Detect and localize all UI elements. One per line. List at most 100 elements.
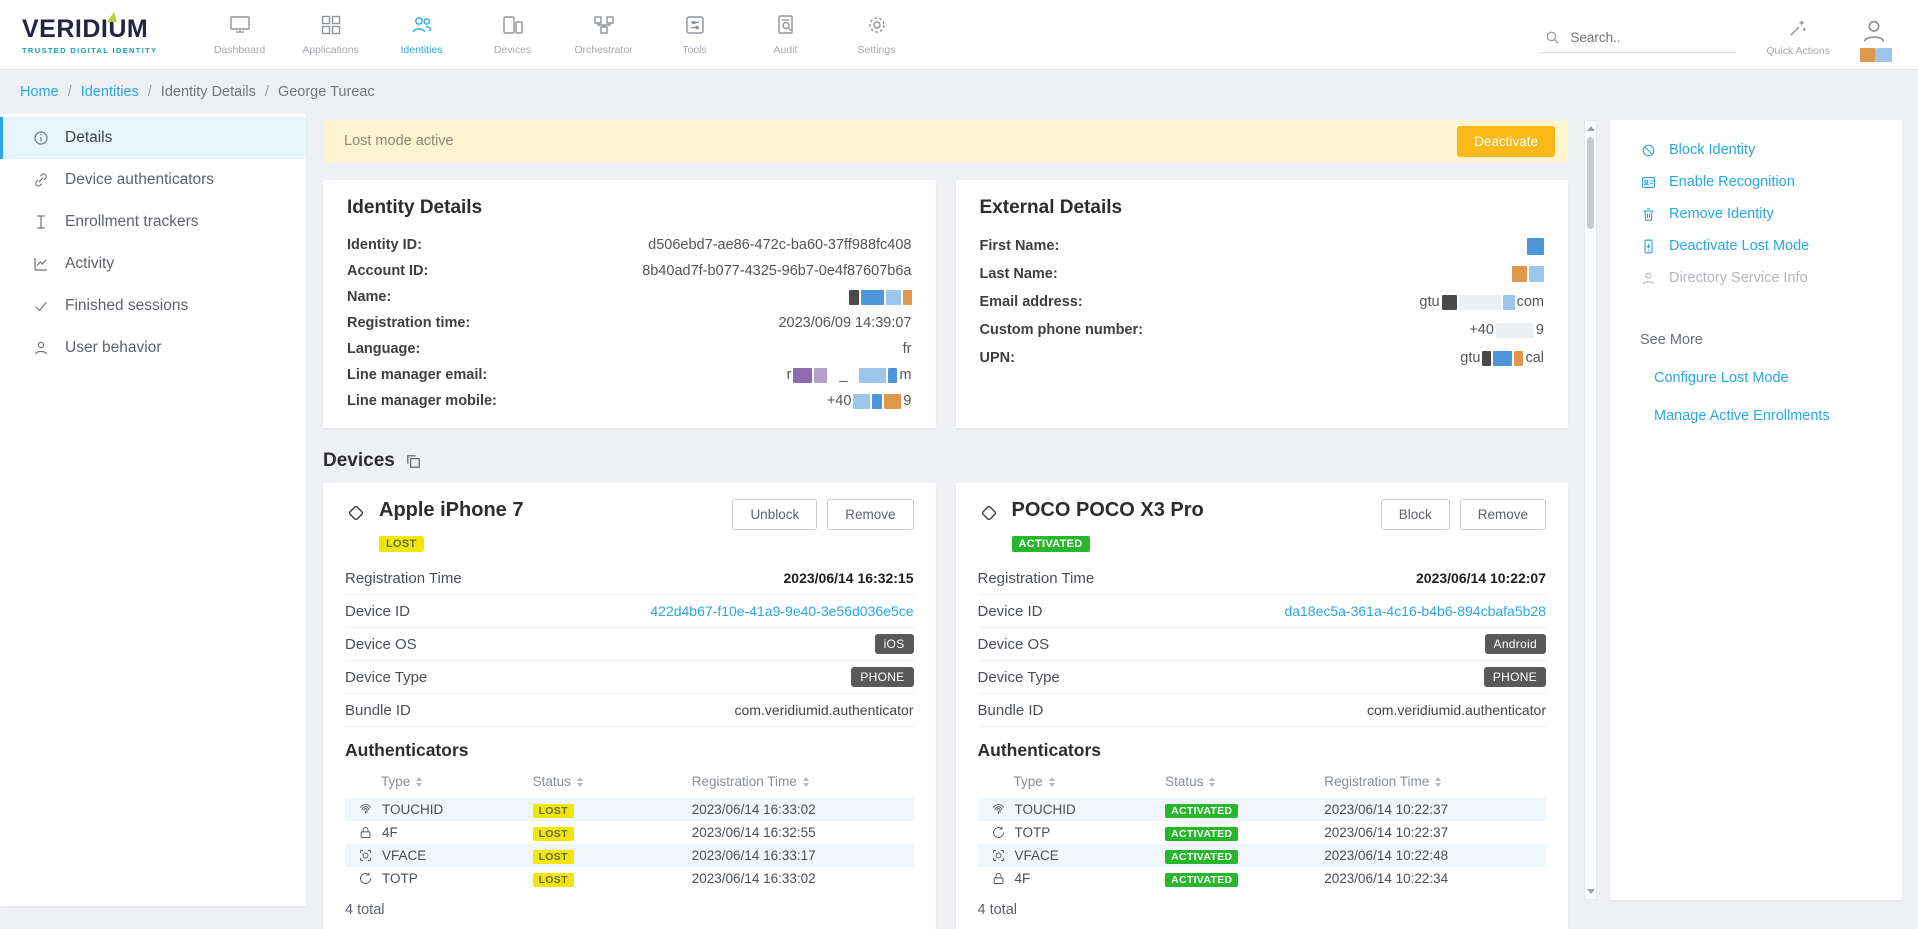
sidebar-item-user-behavior[interactable]: User behavior xyxy=(0,327,306,369)
nav-item-tools[interactable]: Tools xyxy=(649,0,740,69)
auth-status-badge: ACTIVATED xyxy=(1165,873,1238,887)
authenticator-row[interactable]: VFACE ACTIVATED 2023/06/14 10:22:48 xyxy=(978,844,1547,867)
nav-item-devices[interactable]: Devices xyxy=(467,0,558,69)
user-icon xyxy=(32,339,50,357)
field-row-custom-phone: Custom phone number: +409 xyxy=(980,316,1545,344)
device-type-badge: PHONE xyxy=(851,667,913,687)
quick-actions-button[interactable]: Quick Actions xyxy=(1766,17,1830,57)
nav-item-identities[interactable]: Identities xyxy=(376,0,467,69)
scroll-up-arrow[interactable] xyxy=(1587,126,1595,131)
auth-col-registration-time[interactable]: Registration Time xyxy=(692,774,809,789)
checkmark-icon xyxy=(32,297,50,315)
sidebar-item-details[interactable]: Details xyxy=(0,117,306,159)
activity-chart-icon xyxy=(32,255,50,273)
field-row-name: Name: xyxy=(347,284,912,310)
auth-status-badge: ACTIVATED xyxy=(1165,850,1238,864)
device-id-link[interactable]: da18ec5a-361a-4c16-b4b6-894cbafa5b28 xyxy=(1284,603,1546,619)
action-label: Enable Recognition xyxy=(1669,174,1795,190)
sidebar-item-enrollment-trackers[interactable]: Enrollment trackers xyxy=(0,201,306,243)
field-value: com.veridiumid.authenticator xyxy=(735,702,914,718)
authenticators-title: Authenticators xyxy=(978,740,1547,761)
auth-time: 2023/06/14 10:22:37 xyxy=(1324,825,1546,840)
field-label: Device Type xyxy=(345,669,427,686)
nav-label: Applications xyxy=(302,44,359,56)
auth-col-status[interactable]: Status xyxy=(1165,774,1215,789)
field-label: Device OS xyxy=(978,636,1050,653)
nav-label: Settings xyxy=(858,44,896,56)
remove-device-button[interactable]: Remove xyxy=(1460,499,1546,530)
identity-details-title: Identity Details xyxy=(347,197,912,219)
external-details-title: External Details xyxy=(980,197,1545,219)
right-action-panel: Block Identity Enable Recognition Remove… xyxy=(1610,120,1902,900)
brand-name: VERIDIUM xyxy=(22,15,180,44)
redacted-value xyxy=(849,290,912,305)
device-card-poco-x3-pro: POCO POCO X3 Pro Block Remove ACTIVATED … xyxy=(956,483,1569,929)
nav-item-settings[interactable]: Settings xyxy=(831,0,922,69)
nav-item-audit[interactable]: Audit xyxy=(740,0,831,69)
block-device-button[interactable]: Block xyxy=(1381,499,1450,530)
unblock-device-button[interactable]: Unblock xyxy=(732,499,817,530)
authenticator-row[interactable]: 4F ACTIVATED 2023/06/14 10:22:34 xyxy=(978,867,1547,890)
field-label: Last Name: xyxy=(980,266,1058,282)
sidebar-item-label: Activity xyxy=(65,255,114,273)
field-label: Registration Time xyxy=(345,570,462,587)
field-value: 2023/06/14 16:32:15 xyxy=(784,570,914,586)
auth-time: 2023/06/14 10:22:37 xyxy=(1324,802,1546,817)
auth-time: 2023/06/14 16:33:17 xyxy=(692,848,914,863)
authenticator-row[interactable]: TOUCHID ACTIVATED 2023/06/14 10:22:37 xyxy=(978,798,1547,821)
authenticator-row[interactable]: TOTP ACTIVATED 2023/06/14 10:22:37 xyxy=(978,821,1547,844)
veridium-logo[interactable]: VERIDIUM TRUSTED DIGITAL IDENTITY xyxy=(22,15,180,55)
field-row-first-name: First Name: xyxy=(980,232,1545,260)
page-layout: Details Device authenticators Enrollment… xyxy=(0,114,1918,929)
sidebar-item-activity[interactable]: Activity xyxy=(0,243,306,285)
authenticator-row[interactable]: TOUCHID LOST 2023/06/14 16:33:02 xyxy=(345,798,914,821)
search-input[interactable] xyxy=(1570,30,1732,45)
field-label: Device Type xyxy=(978,669,1060,686)
sidebar-item-label: Details xyxy=(65,129,112,147)
deactivate-lost-mode-button[interactable]: Deactivate xyxy=(1457,126,1555,157)
action-label: Deactivate Lost Mode xyxy=(1669,238,1809,254)
device-os-badge: Android xyxy=(1485,634,1546,654)
main-scrollbar[interactable] xyxy=(1584,120,1597,900)
device-id-link[interactable]: 422d4b67-f10e-41a9-9e40-3e56d036e5ce xyxy=(650,603,913,619)
authenticator-row[interactable]: 4F LOST 2023/06/14 16:32:55 xyxy=(345,821,914,844)
remove-identity-action[interactable]: Remove Identity xyxy=(1610,198,1902,230)
scrollbar-thumb[interactable] xyxy=(1587,137,1594,229)
scroll-down-arrow[interactable] xyxy=(1587,889,1595,894)
field-label: Device ID xyxy=(345,603,410,620)
left-sidebar: Details Device authenticators Enrollment… xyxy=(0,114,306,906)
deactivate-lost-mode-action[interactable]: Deactivate Lost Mode xyxy=(1610,230,1902,262)
directory-service-info-action: Directory Service Info xyxy=(1610,262,1902,294)
auth-col-type[interactable]: Type xyxy=(381,774,422,789)
authenticator-row[interactable]: TOTP LOST 2023/06/14 16:33:02 xyxy=(345,867,914,890)
enable-recognition-action[interactable]: Enable Recognition xyxy=(1610,166,1902,198)
user-menu[interactable] xyxy=(1860,17,1892,62)
sidebar-item-finished-sessions[interactable]: Finished sessions xyxy=(0,285,306,327)
sidebar-item-device-authenticators[interactable]: Device authenticators xyxy=(0,159,306,201)
block-identity-action[interactable]: Block Identity xyxy=(1610,134,1902,166)
quick-actions-label: Quick Actions xyxy=(1766,45,1830,57)
auth-col-type[interactable]: Type xyxy=(1014,774,1055,789)
auth-col-status[interactable]: Status xyxy=(533,774,583,789)
auth-time: 2023/06/14 16:32:55 xyxy=(692,825,914,840)
authenticators-table-header: Type Status Registration Time xyxy=(978,771,1547,798)
auth-col-registration-time[interactable]: Registration Time xyxy=(1324,774,1441,789)
nav-item-applications[interactable]: Applications xyxy=(285,0,376,69)
authenticator-row[interactable]: VFACE LOST 2023/06/14 16:33:17 xyxy=(345,844,914,867)
dashboard-icon xyxy=(228,13,252,37)
authenticators-total: 4 total xyxy=(345,902,914,918)
nav-item-dashboard[interactable]: Dashboard xyxy=(194,0,285,69)
remove-device-button[interactable]: Remove xyxy=(827,499,913,530)
manage-active-enrollments-link[interactable]: Manage Active Enrollments xyxy=(1610,408,1902,424)
audit-icon xyxy=(774,13,798,37)
nav-item-orchestrator[interactable]: Orchestrator xyxy=(558,0,649,69)
fingerprint-icon xyxy=(358,802,373,817)
field-row-last-name: Last Name: xyxy=(980,260,1545,288)
device-field-bundle-id: Bundle ID com.veridiumid.authenticator xyxy=(345,694,914,727)
duplicate-icon[interactable] xyxy=(405,453,422,470)
orchestrator-icon xyxy=(592,13,616,37)
breadcrumb-identities[interactable]: Identities xyxy=(81,84,139,100)
breadcrumb-home[interactable]: Home xyxy=(20,84,59,100)
authenticators-total: 4 total xyxy=(978,902,1547,918)
configure-lost-mode-link[interactable]: Configure Lost Mode xyxy=(1610,370,1902,386)
